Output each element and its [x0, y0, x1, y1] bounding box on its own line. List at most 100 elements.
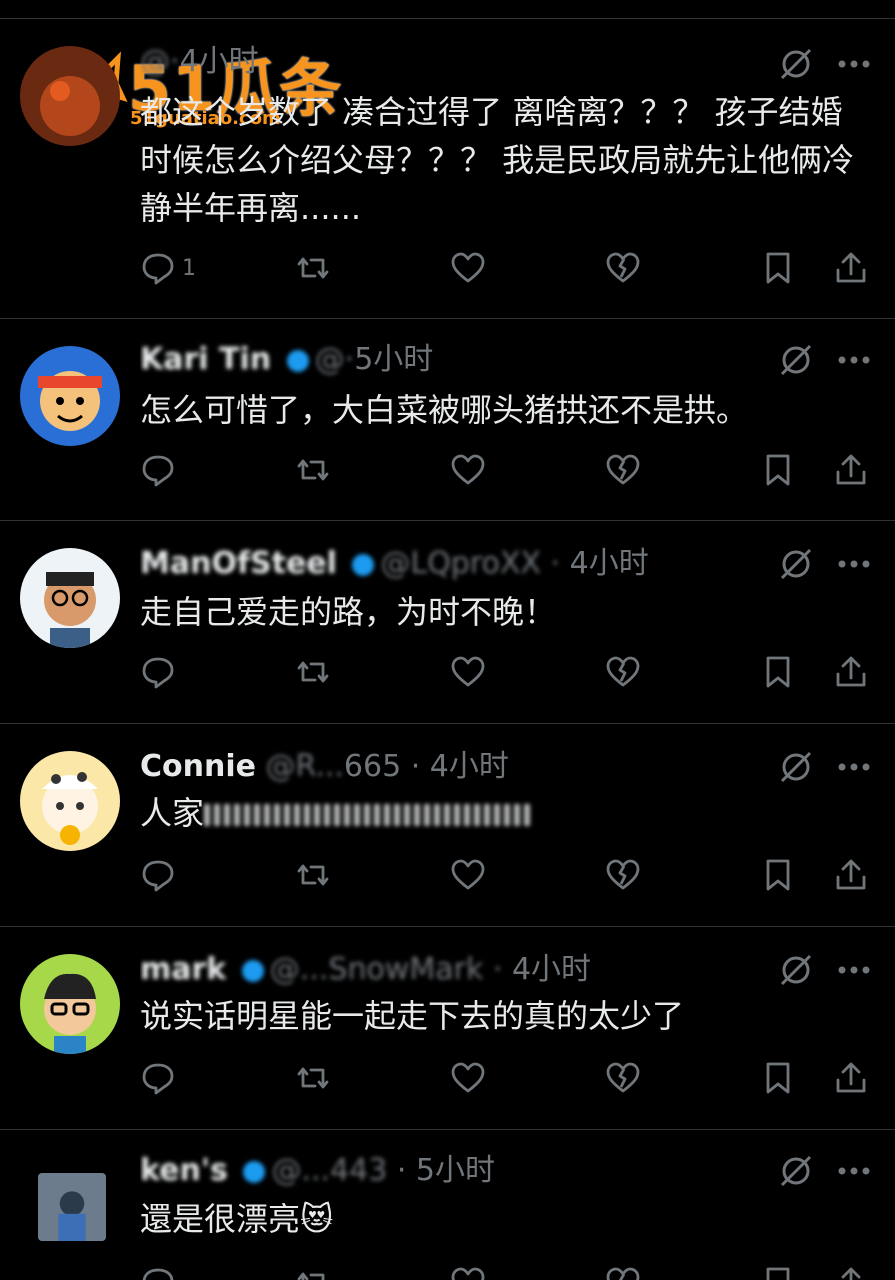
timestamp[interactable]: 4小时 — [430, 749, 509, 784]
bookmark-button[interactable] — [760, 853, 796, 897]
more-icon[interactable] — [834, 747, 874, 787]
share-button[interactable] — [833, 1261, 869, 1280]
like-button[interactable] — [450, 246, 486, 290]
post-text: 都这个岁数了 凑合过得了 离啥离？？？ 孩子结婚时候怎么介绍父母？？？ 我是民政… — [140, 93, 855, 227]
more-icon[interactable] — [834, 340, 874, 380]
like-button[interactable] — [450, 1261, 486, 1280]
like-button[interactable] — [450, 650, 486, 694]
handle[interactable]: @ — [315, 342, 345, 377]
bookmark-button[interactable] — [760, 1056, 796, 1100]
retweet-button[interactable] — [295, 853, 331, 897]
bookmark-icon — [766, 1267, 790, 1280]
post-header: @·4小时 — [140, 44, 259, 79]
reply-button[interactable] — [140, 1261, 176, 1280]
display-name[interactable]: ManOfSteel — [140, 546, 337, 581]
display-name[interactable]: mark — [140, 952, 226, 987]
reply-post-4[interactable]: Connie @R...665 · 4小时 人家 — [0, 723, 895, 926]
action-bar — [140, 1261, 870, 1280]
dislike-button[interactable] — [605, 246, 641, 290]
reply-button[interactable] — [140, 853, 176, 897]
handle[interactable]: @ — [140, 44, 170, 79]
mute-icon[interactable] — [776, 44, 816, 84]
bookmark-button[interactable] — [760, 650, 796, 694]
avatar[interactable] — [38, 1173, 106, 1241]
reply-post-3[interactable]: ManOfSteel @LQproXX · 4小时 走自己爱走的路，为时不晚！ — [0, 520, 895, 723]
dislike-button[interactable] — [605, 448, 641, 492]
like-button[interactable] — [450, 853, 486, 897]
action-bar — [140, 853, 870, 897]
mute-icon[interactable] — [776, 340, 816, 380]
more-icon[interactable] — [834, 950, 874, 990]
reply-button[interactable] — [140, 650, 176, 694]
share-button[interactable] — [833, 246, 869, 290]
reply-icon — [142, 860, 174, 892]
share-button[interactable] — [833, 853, 869, 897]
display-name[interactable]: ken's — [140, 1153, 228, 1188]
handle[interactable]: @LQproXX — [380, 546, 541, 581]
timestamp[interactable]: 5小时 — [354, 342, 433, 377]
reply-post-2[interactable]: Kari Tin @·5小时 怎么可惜了，大白菜被哪头猪拱还不是拱。 — [0, 318, 895, 520]
like-button[interactable] — [450, 1056, 486, 1100]
bookmark-button[interactable] — [760, 448, 796, 492]
action-bar — [140, 650, 870, 694]
reply-button[interactable] — [140, 1056, 176, 1100]
share-icon — [836, 656, 866, 687]
dislike-button[interactable] — [605, 853, 641, 897]
reply-count: 1 — [182, 255, 196, 281]
share-button[interactable] — [833, 650, 869, 694]
avatar[interactable] — [20, 751, 120, 851]
avatar[interactable] — [20, 954, 120, 1054]
dislike-button[interactable] — [605, 1056, 641, 1100]
more-icon[interactable] — [834, 44, 874, 84]
post-text: 走自己爱走的路，为时不晚！ — [140, 593, 557, 631]
mute-icon[interactable] — [776, 950, 816, 990]
share-button[interactable] — [833, 448, 869, 492]
handle[interactable]: @R — [266, 749, 316, 784]
reply-icon — [142, 455, 174, 487]
share-button[interactable] — [833, 1056, 869, 1100]
bookmark-icon — [766, 454, 790, 486]
like-icon — [451, 454, 485, 485]
reply-feed: 51瓜条 51guatiao.com @·4小时 都这个岁数了 凑合过得了 离啥… — [0, 0, 895, 1280]
retweet-button[interactable] — [295, 1261, 331, 1280]
more-icon[interactable] — [834, 544, 874, 584]
like-icon — [451, 656, 485, 687]
retweet-button[interactable] — [295, 1056, 331, 1100]
like-icon — [451, 252, 485, 283]
reply-post-6[interactable]: ken's @...443 · 5小时 還是很漂亮😻 — [0, 1129, 895, 1280]
timestamp[interactable]: 4小时 — [570, 546, 649, 581]
reply-icon — [142, 253, 174, 285]
bookmark-button[interactable] — [760, 1261, 796, 1280]
retweet-button[interactable] — [295, 448, 331, 492]
mute-icon[interactable] — [776, 544, 816, 584]
dislike-button[interactable] — [605, 1261, 641, 1280]
reply-icon — [142, 1063, 174, 1095]
share-icon — [836, 1062, 866, 1093]
display-name[interactable]: Kari Tin — [140, 342, 271, 377]
timestamp[interactable]: 4小时 — [512, 952, 591, 987]
post-text: 怎么可惜了，大白菜被哪头猪拱还不是拱。 — [140, 391, 749, 429]
reply-post-1[interactable]: @·4小时 都这个岁数了 凑合过得了 离啥离？？？ 孩子结婚时候怎么介绍父母？？… — [0, 18, 895, 318]
reply-button[interactable] — [140, 448, 176, 492]
bookmark-button[interactable] — [760, 246, 796, 290]
timestamp[interactable]: 5小时 — [416, 1153, 495, 1188]
more-icon[interactable] — [834, 1151, 874, 1191]
mute-icon[interactable] — [776, 747, 816, 787]
reply-button[interactable]: 1 — [140, 246, 196, 290]
dislike-button[interactable] — [605, 650, 641, 694]
retweet-button[interactable] — [295, 650, 331, 694]
avatar[interactable] — [20, 46, 120, 146]
avatar[interactable] — [20, 346, 120, 446]
dislike-icon — [606, 454, 640, 485]
avatar[interactable] — [20, 548, 120, 648]
retweet-button[interactable] — [295, 246, 331, 290]
post-text: 人家 — [140, 789, 865, 837]
handle[interactable]: @...SnowMark — [270, 952, 484, 987]
reply-post-5[interactable]: mark @...SnowMark · 4小时 说实话明星能一起走下去的真的太少… — [0, 926, 895, 1129]
timestamp[interactable]: 4小时 — [180, 44, 259, 79]
retweet-icon — [297, 864, 329, 886]
display-name[interactable]: Connie — [140, 749, 256, 784]
handle[interactable]: @... — [271, 1153, 330, 1188]
like-button[interactable] — [450, 448, 486, 492]
mute-icon[interactable] — [776, 1151, 816, 1191]
